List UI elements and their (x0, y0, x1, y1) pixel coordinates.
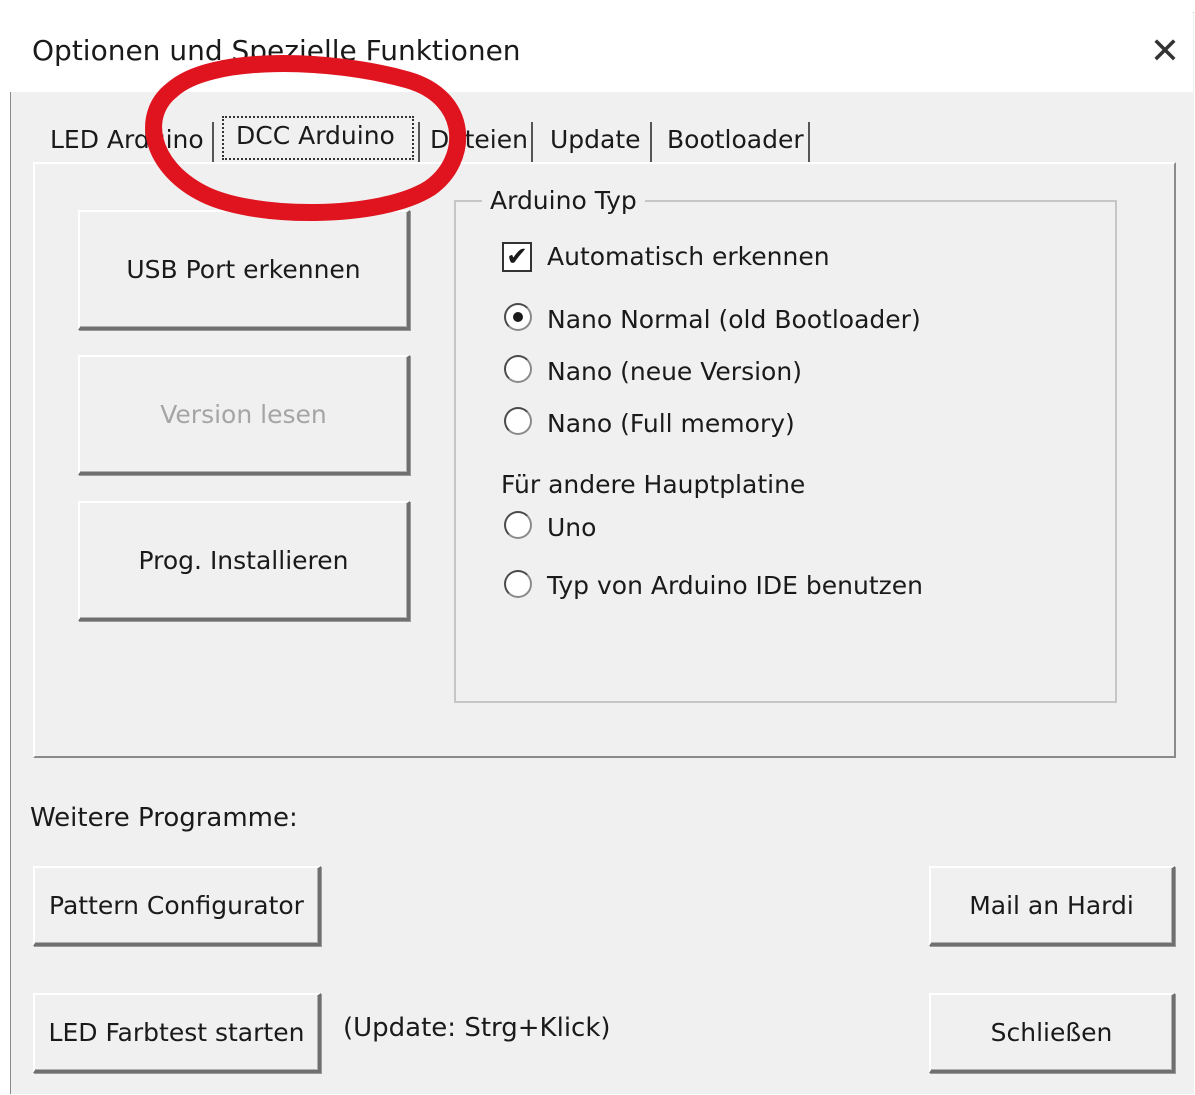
arduino-type-group (454, 200, 1117, 703)
group-title: Arduino Typ (482, 186, 645, 215)
tab-separator (531, 122, 533, 162)
other-board-heading: Für andere Hauptplatine (501, 470, 806, 499)
tab-led-arduino[interactable]: LED Arduino (50, 118, 204, 164)
close-icon[interactable]: ✕ (1143, 30, 1187, 74)
radio-nano-full[interactable] (504, 407, 532, 435)
read-version-button[interactable]: Version lesen (78, 355, 410, 475)
usb-port-button[interactable]: USB Port erkennen (78, 210, 410, 330)
close-button[interactable]: Schließen (929, 993, 1175, 1073)
radio-uno[interactable] (504, 511, 532, 539)
tab-separator (418, 122, 420, 162)
more-programs-label: Weitere Programme: (30, 803, 298, 833)
radio-label-nano-full[interactable]: Nano (Full memory) (547, 409, 795, 438)
radio-nano-normal[interactable] (504, 303, 532, 331)
tab-separator (808, 122, 810, 162)
radio-label-arduino-ide[interactable]: Typ von Arduino IDE benutzen (547, 571, 923, 600)
window-title: Optionen und Spezielle Funktionen (32, 34, 521, 67)
update-hint: (Update: Strg+Klick) (343, 1013, 611, 1043)
install-program-button[interactable]: Prog. Installieren (78, 501, 410, 621)
tab-separator (650, 122, 652, 162)
auto-detect-label[interactable]: Automatisch erkennen (547, 242, 830, 271)
radio-arduino-ide[interactable] (504, 570, 532, 598)
radio-label-nano-normal[interactable]: Nano Normal (old Bootloader) (547, 305, 921, 334)
auto-detect-checkbox[interactable]: ✔ (502, 242, 532, 272)
tab-dateien[interactable]: Dateien (430, 118, 528, 164)
radio-label-nano-new[interactable]: Nano (neue Version) (547, 357, 802, 386)
radio-selected-dot (513, 312, 523, 322)
tab-update[interactable]: Update (550, 118, 641, 164)
led-color-test-button[interactable]: LED Farbtest starten (33, 993, 321, 1073)
radio-label-uno[interactable]: Uno (547, 513, 596, 542)
tab-separator (212, 122, 214, 162)
pattern-configurator-button[interactable]: Pattern Configurator (33, 866, 321, 946)
tab-dcc-arduino[interactable]: DCC Arduino (236, 114, 395, 160)
tab-bootloader[interactable]: Bootloader (667, 118, 804, 164)
radio-nano-new[interactable] (504, 355, 532, 383)
mail-hardi-button[interactable]: Mail an Hardi (929, 866, 1175, 946)
